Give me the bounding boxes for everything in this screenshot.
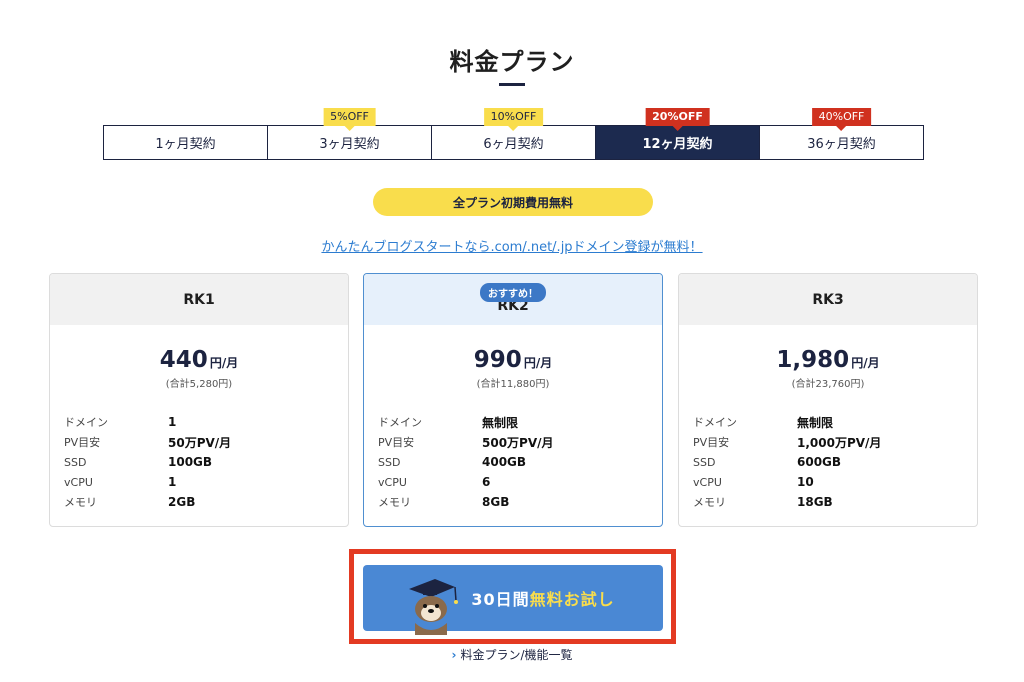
tab-label: 12ヶ月契約 [642,137,713,152]
tab-12-months[interactable]: 20%OFF 12ヶ月契約 [596,108,760,159]
domain-promo: かんたんブログスタートなら.com/.net/.jpドメイン登録が無料！ [0,236,1024,255]
spec-key: PV目安 [378,436,415,449]
spec-key: ドメイン [378,416,422,429]
spec-key: PV目安 [64,436,101,449]
spec-row: vCPU 1 [64,472,348,492]
plan-features-label: 料金プラン/機能一覧 [460,648,573,662]
spec-list: ドメイン 無制限 PV目安 1,000万PV/月 SSD 600GB vCPU 10 メ… [693,412,977,512]
spec-value: 無制限 [797,415,834,430]
plan-card-rk2: おすすめ！ RK2 990 円/月 (合計11,880円) ドメイン 無制限 PV目… [363,273,663,527]
spec-row: vCPU 10 [693,472,977,492]
plan-price: 1,980 円/月 [679,347,977,373]
tab-label: 3ヶ月契約 [319,137,380,152]
spec-value: 10 [797,475,814,489]
free-trial-label: 30日間無料お試し [471,586,614,610]
spec-value: 18GB [797,495,833,509]
price-value: 990 [473,347,522,373]
spec-row: ドメイン 無制限 [693,412,977,432]
spec-key: メモリ [693,496,726,509]
plan-price: 440 円/月 [50,347,348,373]
free-setup-banner: 全プラン初期費用無料 [373,188,653,216]
spec-key: SSD [378,455,401,469]
spec-row: ドメイン 無制限 [378,412,662,432]
price-total: (合計11,880円) [476,379,550,390]
title-underline [499,83,525,86]
contract-period-tabs: 1ヶ月契約 5%OFF 3ヶ月契約 10%OFF 6ヶ月契約 20%OFF 12… [103,108,924,160]
spec-key: PV目安 [693,436,730,449]
tab-36-months[interactable]: 40%OFF 36ヶ月契約 [760,108,923,159]
spec-value: 8GB [482,495,510,509]
plan-price: 990 円/月 [364,347,662,373]
price-unit: 円/月 [209,356,239,370]
plan-features-link[interactable]: › 料金プラン/機能一覧 [0,646,1024,663]
price-total: (合計23,760円) [791,379,865,390]
discount-badge: 5%OFF [323,108,376,126]
spec-key: vCPU [64,475,93,489]
spec-value: 400GB [482,455,527,469]
spec-row: SSD 100GB [64,452,348,472]
spec-key: ドメイン [64,416,108,429]
domain-promo-link[interactable]: かんたんブログスタートなら.com/.net/.jpドメイン登録が無料！ [321,240,702,255]
spec-value: 500万PV/月 [482,435,554,450]
spec-value: 2GB [168,495,196,509]
trial-duration: 30日間 [471,590,530,609]
spec-row: PV目安 1,000万PV/月 [693,432,977,452]
recommended-badge: おすすめ！ [480,283,546,302]
tab-label: 36ヶ月契約 [807,137,876,152]
spec-row: SSD 400GB [378,452,662,472]
tab-3-months[interactable]: 5%OFF 3ヶ月契約 [268,108,432,159]
spec-value: 1,000万PV/月 [797,435,882,450]
price-unit: 円/月 [523,356,553,370]
price-value: 1,980 [776,347,850,373]
spec-value: 50万PV/月 [168,435,232,450]
spec-list: ドメイン 無制限 PV目安 500万PV/月 SSD 400GB vCPU 6 メモリ 8… [378,412,662,512]
plan-card-rk1: RK1 440 円/月 (合計5,280円) ドメイン 1 PV目安 50万PV/月 … [49,273,349,527]
chevron-right-icon: › [451,648,457,662]
spec-value: 6 [482,475,491,489]
tab-6-months[interactable]: 10%OFF 6ヶ月契約 [432,108,596,159]
spec-row: vCPU 6 [378,472,662,492]
spec-value: 100GB [168,455,213,469]
spec-value: 600GB [797,455,842,469]
page-title: 料金プラン [449,48,575,76]
tab-label: 6ヶ月契約 [483,137,544,152]
spec-row: PV目安 500万PV/月 [378,432,662,452]
free-trial-button[interactable]: 30日間無料お試し [363,565,663,635]
spec-key: SSD [693,455,716,469]
plan-name: RK3 [679,274,977,325]
price-value: 440 [159,347,208,373]
tab-1-month[interactable]: 1ヶ月契約 [104,126,268,159]
spec-value: 無制限 [482,415,519,430]
otter-mascot-icon [409,579,458,635]
spec-row: メモリ 2GB [64,492,348,512]
price-unit: 円/月 [851,356,880,370]
spec-row: PV目安 50万PV/月 [64,432,348,452]
spec-key: SSD [64,455,87,469]
spec-row: メモリ 18GB [693,492,977,512]
discount-badge: 10%OFF [483,108,544,126]
plan-header: おすすめ！ RK2 [364,274,662,325]
spec-value: 1 [168,415,177,429]
tab-label: 1ヶ月契約 [155,137,216,152]
trial-highlight: 無料お試し [529,590,615,609]
spec-key: メモリ [64,496,97,509]
spec-row: SSD 600GB [693,452,977,472]
spec-list: ドメイン 1 PV目安 50万PV/月 SSD 100GB vCPU 1 メモリ 2GB [64,412,348,512]
price-total: (合計5,280円) [165,379,233,390]
spec-row: ドメイン 1 [64,412,348,432]
discount-badge: 20%OFF [645,108,710,126]
spec-value: 1 [168,475,177,489]
spec-key: vCPU [378,475,407,489]
spec-row: メモリ 8GB [378,492,662,512]
spec-key: ドメイン [693,416,737,429]
discount-badge: 40%OFF [811,108,872,126]
spec-key: メモリ [378,496,411,509]
plan-name: RK1 [50,274,348,325]
spec-key: vCPU [693,475,722,489]
plan-card-rk3: RK3 1,980 円/月 (合計23,760円) ドメイン 無制限 PV目安 1,0… [678,273,978,527]
